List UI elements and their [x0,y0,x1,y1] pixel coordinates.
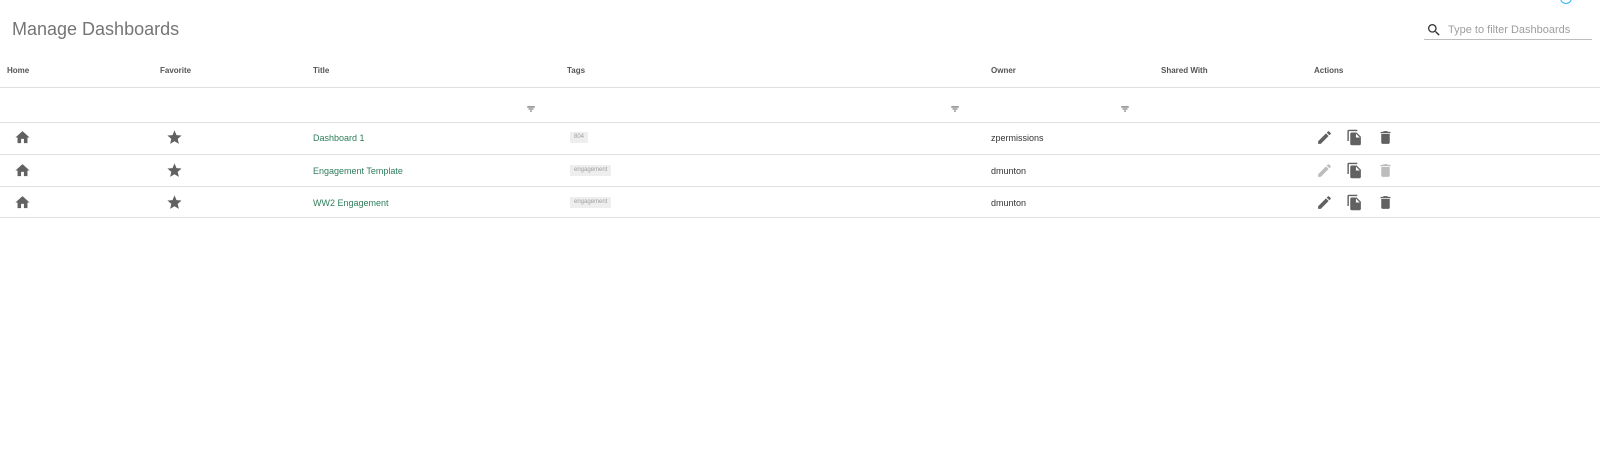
tag-chip[interactable]: engagement [570,165,612,176]
delete-icon-disabled [1380,164,1391,177]
notification-indicator [1560,0,1572,4]
table-row: WW2 Engagement engagement dmunton [0,187,1600,218]
dashboard-title-link[interactable]: WW2 Engagement [313,198,389,208]
star-icon[interactable] [166,162,183,179]
page-title: Manage Dashboards [12,19,180,39]
edit-icon-disabled [1318,164,1331,177]
copy-icon[interactable] [1346,194,1363,211]
dashboard-title-link[interactable]: Dashboard 1 [313,133,365,143]
search-icon [1428,23,1440,36]
home-icon[interactable] [14,194,31,211]
table-row: Engagement Template engagement dmunton [0,155,1600,186]
star-icon[interactable] [166,194,183,211]
copy-icon[interactable] [1346,129,1363,146]
search-box [1424,20,1592,40]
table-row: Dashboard 1 804 zpermissions [0,122,1600,153]
header-divider [0,87,1600,88]
delete-icon[interactable] [1377,129,1394,146]
home-icon[interactable] [14,129,31,146]
title-filter-icon[interactable] [525,104,537,114]
tag-chip[interactable]: engagement [570,197,612,208]
owner-text: zpermissions [991,132,1044,143]
edit-icon[interactable] [1316,194,1333,211]
home-icon[interactable] [14,162,31,179]
column-header-favorite[interactable]: Favorite [160,66,191,75]
tag-chip[interactable]: 804 [570,132,589,143]
copy-icon[interactable] [1346,162,1363,179]
owner-text: dmunton [991,197,1027,208]
column-header-tags[interactable]: Tags [567,66,585,75]
search-input[interactable] [1448,23,1588,36]
delete-icon[interactable] [1377,194,1394,211]
tags-filter-icon[interactable] [949,104,961,114]
edit-icon[interactable] [1316,129,1333,146]
star-icon[interactable] [166,129,183,146]
owner-filter-icon[interactable] [1119,104,1131,114]
column-header-home[interactable]: Home [7,66,29,75]
column-header-owner[interactable]: Owner [991,66,1016,75]
owner-text: dmunton [991,165,1027,176]
column-header-title[interactable]: Title [313,66,329,75]
column-header-shared-with[interactable]: Shared With [1161,66,1208,75]
column-header-actions: Actions [1314,66,1344,75]
dashboard-title-link[interactable]: Engagement Template [313,166,403,176]
row-divider [0,217,1600,218]
